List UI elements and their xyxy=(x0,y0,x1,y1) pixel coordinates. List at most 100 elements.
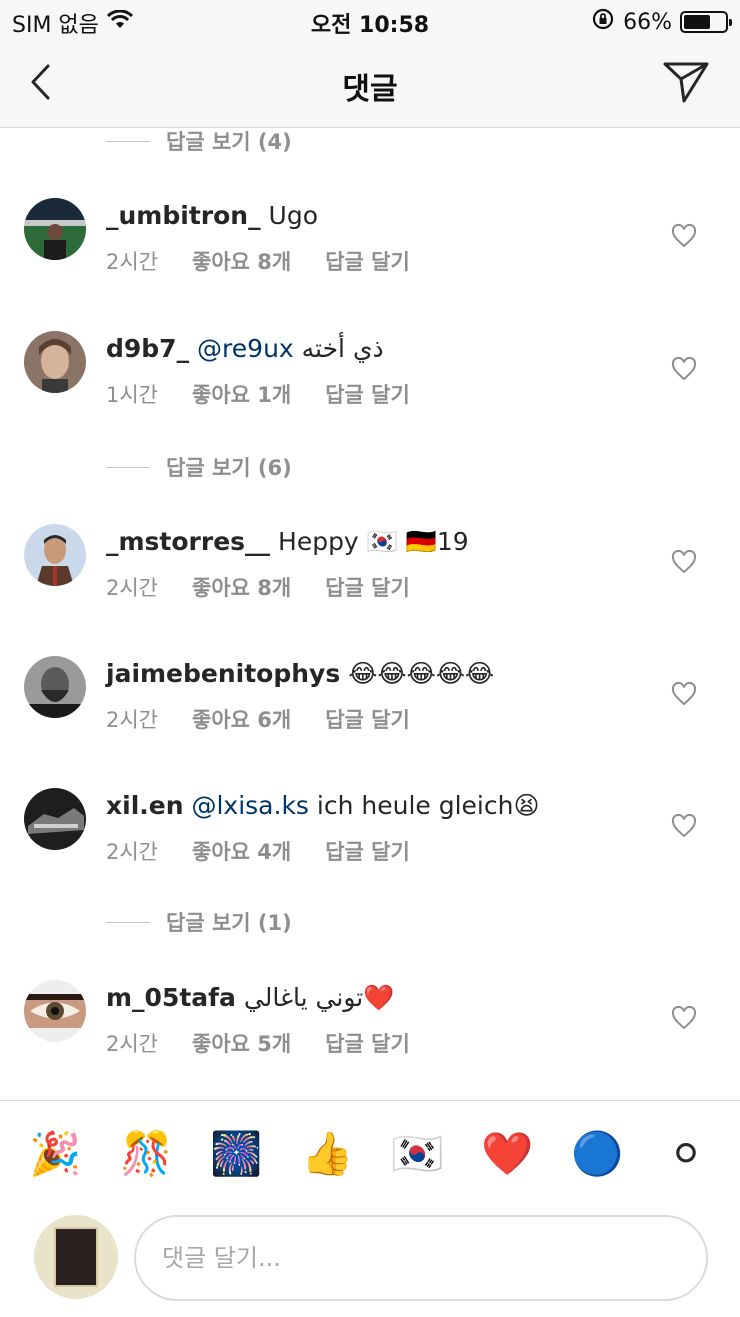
share-button[interactable] xyxy=(660,58,712,106)
like-button[interactable] xyxy=(670,355,698,383)
comment-meta: 1시간 좋아요 1개 답글 달기 xyxy=(106,379,410,409)
view-replies-label: 답글 보기 (4) xyxy=(166,130,292,154)
comment-text: xil.en @lxisa.ks ich heule gleich😫 xyxy=(106,790,650,822)
comment-body: توني ياغالي❤️ xyxy=(243,983,395,1012)
heart-icon xyxy=(671,1005,697,1030)
comment-body: ذي أخته xyxy=(301,334,384,363)
battery-fill xyxy=(684,15,711,29)
mention-link[interactable]: @lxisa.ks xyxy=(191,791,308,820)
username[interactable]: m_05tafa xyxy=(106,983,236,1012)
heart-icon xyxy=(671,549,697,574)
avatar[interactable] xyxy=(24,524,86,586)
like-button[interactable] xyxy=(670,812,698,840)
username[interactable]: jaimebenitophys xyxy=(106,659,340,688)
avatar[interactable] xyxy=(24,331,86,393)
fireworks-emoji-button[interactable]: 🎆 xyxy=(210,1129,262,1179)
status-bar: SIM 없음 오전 10:58 66% xyxy=(0,0,740,40)
comment-body: ich heule gleich😫 xyxy=(316,791,540,820)
avatar[interactable] xyxy=(24,656,86,718)
comment-item: jaimebenitophys 😂😂😂😂😂 2시간 좋아요 6개 답글 달기 xyxy=(0,656,740,766)
view-replies-button[interactable]: 답글 보기 (1) xyxy=(106,907,292,937)
username[interactable]: xil.en xyxy=(106,791,184,820)
divider xyxy=(106,921,150,923)
emoji-bar: 🎉 🎊 🎆 👍 🇰🇷 ❤️ 🔵 ⚪ xyxy=(0,1100,740,1205)
comment-text: d9b7_ @re9ux ذي أخته xyxy=(106,333,650,365)
comment-item: _mstorres__ Heppy 🇰🇷 🇩🇪19 2시간 좋아요 8개 답글 … xyxy=(0,524,740,634)
page-title: 댓글 xyxy=(342,72,398,107)
mention-link[interactable]: @re9ux xyxy=(197,334,294,363)
divider xyxy=(106,466,150,468)
white-circle-emoji-button[interactable]: ⚪ xyxy=(661,1129,711,1179)
comment-time: 2시간 xyxy=(106,576,159,600)
battery-icon xyxy=(680,11,732,33)
view-replies-button[interactable]: 답글 보기 (6) xyxy=(106,452,292,482)
reply-button[interactable]: 답글 달기 xyxy=(325,246,410,276)
heart-icon xyxy=(671,681,697,706)
thumbs-up-emoji-button[interactable]: 👍 xyxy=(301,1129,353,1179)
comment-meta: 2시간 좋아요 5개 답글 달기 xyxy=(106,1028,410,1058)
heart-icon xyxy=(671,356,697,381)
comment-meta: 2시간 좋아요 6개 답글 달기 xyxy=(106,704,410,734)
comment-time: 2시간 xyxy=(106,708,159,732)
likes-count[interactable]: 좋아요 5개 xyxy=(192,1028,291,1058)
reply-button[interactable]: 답글 달기 xyxy=(325,836,410,866)
reply-button[interactable]: 답글 달기 xyxy=(325,1028,410,1058)
rotation-lock-icon xyxy=(591,7,615,37)
reply-button[interactable]: 답글 달기 xyxy=(325,379,410,409)
avatar[interactable] xyxy=(24,980,86,1042)
username[interactable]: _umbitron_ xyxy=(106,201,261,230)
comments-list[interactable]: 답글 보기 (4) _umbitron_ Ugo 2시간 좋아요 8개 답글 달… xyxy=(0,128,740,1100)
korea-flag-emoji-button[interactable]: 🇰🇷 xyxy=(391,1129,443,1179)
party-popper-emoji-button[interactable]: 🎉 xyxy=(29,1129,81,1179)
likes-count[interactable]: 좋아요 6개 xyxy=(192,704,291,734)
comment-input[interactable] xyxy=(134,1215,708,1301)
comment-meta: 2시간 좋아요 8개 답글 달기 xyxy=(106,246,410,276)
comment-composer xyxy=(0,1205,740,1317)
likes-count[interactable]: 좋아요 1개 xyxy=(192,379,291,409)
paper-plane-icon xyxy=(663,62,709,103)
like-button[interactable] xyxy=(670,222,698,250)
view-replies-label: 답글 보기 (1) xyxy=(166,911,292,935)
comment-meta: 2시간 좋아요 8개 답글 달기 xyxy=(106,572,410,602)
likes-count[interactable]: 좋아요 8개 xyxy=(192,246,291,276)
blue-circle-emoji-button[interactable]: 🔵 xyxy=(571,1129,623,1179)
likes-count[interactable]: 좋아요 8개 xyxy=(192,572,291,602)
avatar[interactable] xyxy=(24,198,86,260)
status-right: 66% xyxy=(591,7,732,37)
red-heart-emoji-button[interactable]: ❤️ xyxy=(481,1129,533,1179)
comment-time: 2시간 xyxy=(106,250,159,274)
comment-text: jaimebenitophys 😂😂😂😂😂 xyxy=(106,658,650,690)
like-button[interactable] xyxy=(670,1004,698,1032)
view-replies-label: 답글 보기 (6) xyxy=(166,456,292,480)
view-replies-button[interactable]: 답글 보기 (4) xyxy=(106,128,292,156)
comment-time: 2시간 xyxy=(106,1032,159,1056)
my-avatar-poster xyxy=(54,1227,98,1287)
nav-bar: 댓글 xyxy=(0,40,740,128)
comment-item: xil.en @lxisa.ks ich heule gleich😫 2시간 좋… xyxy=(0,788,740,898)
comment-time: 1시간 xyxy=(106,383,159,407)
avatar[interactable] xyxy=(24,788,86,850)
heart-icon xyxy=(671,813,697,838)
comment-meta: 2시간 좋아요 4개 답글 달기 xyxy=(106,836,410,866)
comment-text: _mstorres__ Heppy 🇰🇷 🇩🇪19 xyxy=(106,526,650,558)
my-avatar xyxy=(34,1215,118,1299)
username[interactable]: d9b7_ xyxy=(106,334,189,363)
heart-icon xyxy=(671,223,697,248)
comment-body: Ugo xyxy=(268,201,318,230)
reply-button[interactable]: 답글 달기 xyxy=(325,572,410,602)
username[interactable]: _mstorres__ xyxy=(106,527,270,556)
like-button[interactable] xyxy=(670,680,698,708)
comment-body: 😂😂😂😂😂 xyxy=(348,659,495,688)
battery-percent: 66% xyxy=(623,9,672,35)
comment-text: m_05tafa توني ياغالي❤️ xyxy=(106,982,650,1014)
divider xyxy=(106,140,150,142)
like-button[interactable] xyxy=(670,548,698,576)
reply-button[interactable]: 답글 달기 xyxy=(325,704,410,734)
comment-item: _umbitron_ Ugo 2시간 좋아요 8개 답글 달기 xyxy=(0,198,740,308)
likes-count[interactable]: 좋아요 4개 xyxy=(192,836,291,866)
confetti-ball-emoji-button[interactable]: 🎊 xyxy=(120,1129,172,1179)
comment-text: _umbitron_ Ugo xyxy=(106,200,650,232)
comment-body: Heppy 🇰🇷 🇩🇪19 xyxy=(278,527,469,556)
comment-time: 2시간 xyxy=(106,840,159,864)
comment-item: m_05tafa توني ياغالي❤️ 2시간 좋아요 5개 답글 달기 xyxy=(0,980,740,1090)
